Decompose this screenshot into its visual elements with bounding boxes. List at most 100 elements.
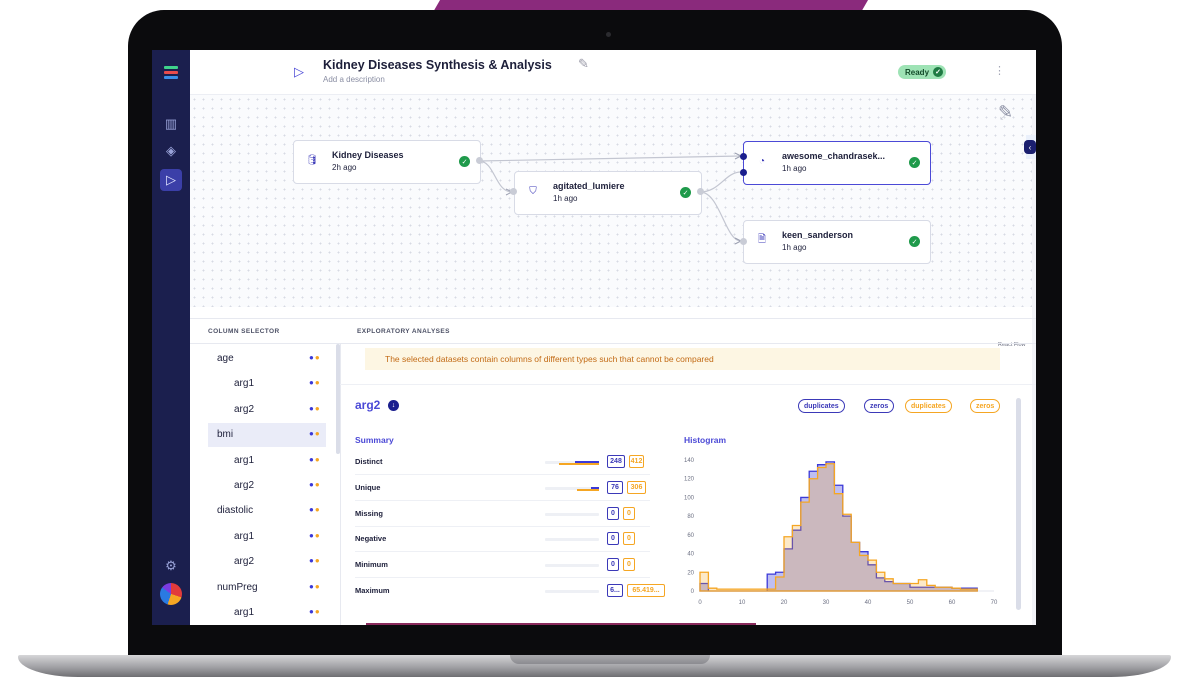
stat-row-minimum: Minimum 0 0 bbox=[355, 555, 655, 575]
chip-duplicates-blue[interactable]: duplicates bbox=[798, 399, 845, 413]
column-item[interactable]: arg2 ●● bbox=[208, 474, 326, 498]
edge-agitated-keen bbox=[699, 191, 742, 242]
chip-zeros-blue[interactable]: zeros bbox=[864, 399, 895, 413]
edit-pencil-icon[interactable]: ✎ bbox=[998, 102, 1013, 123]
dataset-dots-icon: ●● bbox=[309, 556, 321, 566]
column-item[interactable]: arg1 ●● bbox=[208, 525, 326, 549]
stat-value-blue: 248 bbox=[607, 455, 625, 468]
y-tick-label: 60 bbox=[687, 533, 694, 539]
column-label: age bbox=[217, 353, 234, 364]
row-divider bbox=[355, 499, 650, 501]
stat-row-negative: Negative 0 0 bbox=[355, 529, 655, 549]
play-flows-icon[interactable]: ▷ bbox=[160, 169, 182, 191]
stat-value-blue: 6... bbox=[607, 584, 623, 597]
stat-value-orange: 0 bbox=[623, 506, 635, 520]
collapse-chevron-icon[interactable]: ‹ bbox=[1024, 140, 1036, 154]
dataset-dots-icon: ●● bbox=[309, 581, 321, 591]
description-field[interactable]: Add a description bbox=[323, 75, 385, 84]
column-selector: age ●● arg1 ●● arg2 ●● bmi ●● arg1 ●● arg2 ●● diasto… bbox=[190, 343, 341, 625]
column-label: arg2 bbox=[234, 556, 255, 568]
node-output-handle[interactable] bbox=[476, 157, 483, 164]
node-status-check-icon: ✓ bbox=[680, 187, 691, 198]
more-menu-icon[interactable]: ⋮ bbox=[994, 64, 1005, 77]
edge-agitated-awesome bbox=[699, 171, 742, 193]
column-item[interactable]: numPreg ●● bbox=[208, 576, 326, 600]
user-avatar[interactable] bbox=[160, 583, 182, 605]
node-title: agitated_lumiere bbox=[553, 181, 625, 191]
node-input-handle[interactable] bbox=[740, 169, 747, 176]
row-divider bbox=[355, 474, 650, 475]
column-item[interactable]: arg2 ●● bbox=[208, 398, 326, 422]
exploratory-analyses: The selected datasets contain columns of… bbox=[340, 343, 1036, 625]
run-play-icon[interactable]: ▷ bbox=[294, 64, 304, 80]
y-tick-label: 40 bbox=[687, 552, 694, 558]
app-screen: ▥ ◈ ▷ ⚙ ▷ Kidney Diseases Synthesis & An… bbox=[152, 50, 1036, 625]
status-check-icon: ✓ bbox=[933, 67, 944, 77]
dataset-dots-icon: ●● bbox=[309, 429, 321, 439]
node-time: 1h ago bbox=[782, 164, 807, 173]
column-label: arg1 bbox=[234, 454, 255, 466]
stat-label: Maximum bbox=[355, 586, 390, 595]
column-item[interactable]: arg1 ●● bbox=[208, 601, 326, 625]
node-status-check-icon: ✓ bbox=[909, 157, 920, 168]
stat-track bbox=[545, 538, 599, 542]
node-input-handle[interactable] bbox=[740, 238, 747, 245]
flow-canvas[interactable]: 🛢 Kidney Diseases 2h ago ✓ ⛉ agitated_lu… bbox=[190, 95, 1032, 348]
page-title: Kidney Diseases Synthesis & Analysis bbox=[323, 58, 552, 72]
flow-node-keen-sanderson[interactable]: 🗎 keen_sanderson 1h ago ✓ bbox=[743, 220, 931, 264]
column-item[interactable]: arg1 ●● bbox=[208, 449, 326, 473]
dataset-dots-icon: ●● bbox=[309, 403, 321, 413]
stat-track bbox=[545, 564, 599, 568]
chip-zeros-orange[interactable]: zeros bbox=[970, 399, 1001, 413]
flow-node-awesome-chandrasek[interactable]: ◔ awesome_chandrasek... 1h ago ✓ bbox=[743, 141, 931, 185]
top-bar: ▷ Kidney Diseases Synthesis & Analysis ✎… bbox=[190, 50, 1036, 95]
column-item[interactable]: arg1 ●● bbox=[208, 372, 326, 396]
dataset-dots-icon: ●● bbox=[309, 454, 321, 464]
column-item[interactable]: diastolic ●● bbox=[208, 499, 326, 523]
node-status-check-icon: ✓ bbox=[909, 236, 920, 247]
column-item[interactable]: arg2 ●● bbox=[208, 550, 326, 574]
layers-icon[interactable]: ◈ bbox=[160, 140, 182, 162]
column-label: diastolic bbox=[217, 505, 254, 517]
type-mismatch-warning: The selected datasets contain columns of… bbox=[365, 348, 1000, 370]
stat-track bbox=[545, 512, 599, 516]
stat-label: Unique bbox=[355, 482, 381, 492]
y-tick-label: 20 bbox=[687, 570, 694, 576]
edit-title-pencil-icon[interactable]: ✎ bbox=[578, 56, 589, 72]
document-icon: 🗎 bbox=[757, 233, 767, 245]
column-label: arg2 bbox=[234, 480, 255, 491]
analysis-scrollbar[interactable] bbox=[1016, 398, 1021, 610]
flow-node-agitated-lumiere[interactable]: ⛉ agitated_lumiere 1h ago ✓ bbox=[514, 171, 702, 215]
x-tick-label: 0 bbox=[698, 600, 702, 606]
node-input-handle[interactable] bbox=[510, 188, 517, 195]
node-input-handle[interactable] bbox=[740, 153, 747, 160]
histogram-series-orange bbox=[699, 463, 978, 592]
app-logo-icon[interactable] bbox=[164, 66, 178, 80]
row-divider bbox=[355, 551, 650, 553]
y-tick-label: 140 bbox=[684, 458, 695, 464]
flow-node-kidney-diseases[interactable]: 🛢 Kidney Diseases 2h ago ✓ bbox=[293, 140, 481, 184]
projects-icon[interactable]: ▥ bbox=[160, 113, 182, 135]
node-title: awesome_chandrasek... bbox=[782, 151, 886, 161]
row-divider bbox=[355, 525, 650, 527]
node-time: 2h ago bbox=[332, 163, 357, 172]
dataset-dots-icon: ●● bbox=[309, 353, 321, 362]
stat-label: Negative bbox=[355, 534, 387, 544]
chip-duplicates-orange[interactable]: duplicates bbox=[905, 399, 952, 413]
settings-gear-icon[interactable]: ⚙ bbox=[160, 555, 182, 577]
node-title: keen_sanderson bbox=[782, 230, 854, 240]
column-item[interactable]: bmi ●● bbox=[208, 423, 326, 448]
edge-kidney-agitated bbox=[478, 160, 513, 193]
column-item[interactable]: age ●● bbox=[208, 347, 326, 371]
stat-value-orange: 0 bbox=[623, 558, 635, 572]
edge-kidney-awesome bbox=[478, 155, 742, 162]
node-time: 1h ago bbox=[782, 243, 807, 252]
column-label: arg1 bbox=[234, 530, 255, 542]
stat-track bbox=[545, 590, 599, 593]
x-tick-label: 10 bbox=[739, 600, 746, 606]
info-down-icon[interactable]: ↓ bbox=[388, 400, 399, 411]
exploratory-analyses-header: EXPLORATORY ANALYSES bbox=[357, 327, 450, 335]
stat-value-blue: 76 bbox=[607, 480, 623, 494]
node-output-handle[interactable] bbox=[697, 188, 704, 195]
stat-value-orange: 0 bbox=[623, 532, 635, 546]
